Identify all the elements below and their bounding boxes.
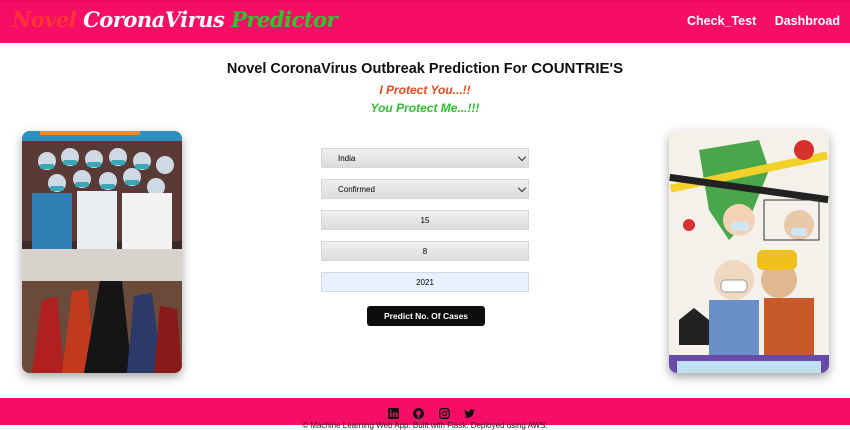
nav-link-dashboard[interactable]: Dashbroad (775, 14, 840, 28)
twitter-icon[interactable] (464, 406, 475, 418)
nav-link-check-test[interactable]: Check_Test (687, 14, 756, 28)
prediction-form: India Confirmed (321, 148, 529, 303)
page-title-text: Novel CoronaVirus Outbreak Prediction Fo… (226, 61, 528, 77)
case-type-select[interactable]: Confirmed (321, 179, 529, 199)
case-type-select-wrapper: Confirmed (321, 179, 529, 199)
page-title-caps: COUNTRIE'S (531, 60, 624, 77)
year-input[interactable] (321, 272, 529, 292)
social-distancing-drawing (669, 130, 829, 373)
month-input[interactable] (321, 241, 529, 261)
tagline-protect-you: I Protect You...!! (379, 83, 471, 97)
brand-word-predictor: Predictor (231, 7, 338, 32)
country-select-wrapper: India (321, 148, 529, 168)
country-select[interactable]: India (321, 148, 529, 168)
tagline-protect-me: You Protect Me...!!! (370, 101, 480, 115)
github-icon[interactable] (413, 406, 425, 419)
brand-logo[interactable]: Novel CoronaVirus Predictor (12, 7, 338, 32)
predict-button[interactable]: Predict No. Of Cases (367, 306, 485, 326)
instagram-icon[interactable] (438, 406, 450, 420)
brand-word-coronavirus: CoronaVirus (83, 7, 225, 32)
navbar: Novel CoronaVirus Predictor Check_Test D… (0, 0, 850, 43)
nav-links: Check_Test Dashbroad (673, 12, 840, 30)
healthcare-heroes-illustration (22, 131, 182, 373)
footer-text: © Machine Learning Web App. Built with F… (302, 421, 548, 430)
healthcare-heroes-image (22, 131, 182, 373)
brand-word-novel: Novel (12, 7, 77, 32)
page-title: Novel CoronaVirus Outbreak Prediction Fo… (0, 60, 850, 77)
day-input[interactable] (321, 210, 529, 230)
social-distancing-image (669, 130, 829, 373)
linkedin-icon[interactable] (388, 406, 399, 419)
